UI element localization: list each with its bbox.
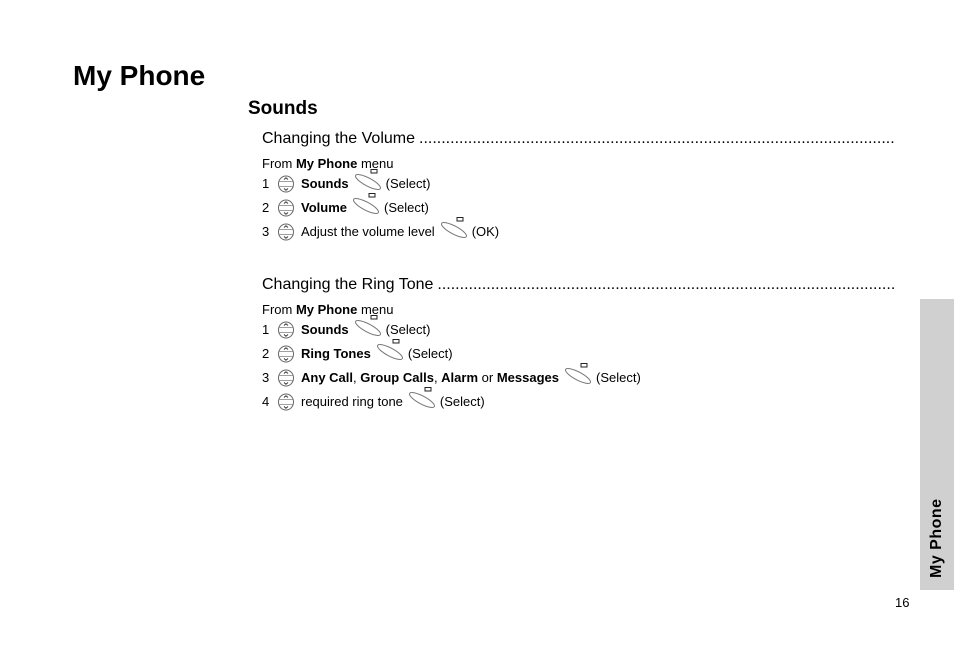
step-action: (Select) xyxy=(439,394,485,409)
step-action: (Select) xyxy=(595,370,641,385)
softkey-icon xyxy=(375,339,405,361)
step-number: 3 xyxy=(262,370,270,385)
step-number: 3 xyxy=(262,224,270,239)
procedure-changing-ring-tone: Changing the Ring Tone From My Phone men… xyxy=(262,275,894,414)
menu-option: Sounds xyxy=(301,322,349,337)
softkey-icon xyxy=(353,315,383,337)
step-action: (Select) xyxy=(384,200,429,215)
menu-option: Group Calls xyxy=(360,370,434,385)
steps-list: 1 Sounds (Select) 2 Volume (Select) 3 Adjust th… xyxy=(262,169,894,244)
scroll-key-icon xyxy=(277,345,295,363)
step-text: required ring tone xyxy=(301,394,403,410)
menu-option: Messages xyxy=(496,370,559,385)
menu-option: Volume xyxy=(301,200,347,215)
scroll-key-icon xyxy=(277,223,295,241)
from-prefix: From xyxy=(262,302,296,317)
scroll-key-icon xyxy=(277,393,295,411)
step-text-part: or xyxy=(478,370,497,385)
softkey-icon xyxy=(407,387,437,409)
procedure-title: Changing the Volume xyxy=(262,130,415,147)
step-action: (Select) xyxy=(385,322,431,337)
menu-name: My Phone xyxy=(295,302,358,317)
side-tab-label: My Phone xyxy=(928,498,945,578)
scroll-key-icon xyxy=(277,369,295,387)
step-item: 3 Any Call, Group Calls, Alarm or Message… xyxy=(262,363,894,390)
section-title: Sounds xyxy=(248,98,318,119)
step-text: Sounds xyxy=(301,176,349,192)
step-number: 1 xyxy=(262,176,270,191)
softkey-icon xyxy=(439,217,469,239)
step-text: Adjust the volume level xyxy=(301,224,435,240)
procedure-heading: Changing the Volume xyxy=(262,129,894,149)
menu-option: Any Call xyxy=(301,370,354,385)
steps-list: 1 Sounds (Select) 2 Ring Tones (Select) 3 Any C… xyxy=(262,315,894,414)
procedure-title: Changing the Ring Tone xyxy=(262,276,434,293)
menu-name: My Phone xyxy=(295,156,358,171)
procedure-changing-volume: Changing the Volume From My Phone menu 1… xyxy=(262,129,894,244)
menu-option: Ring Tones xyxy=(301,346,371,361)
softkey-icon xyxy=(353,169,383,191)
dot-leader xyxy=(419,129,894,149)
step-number: 1 xyxy=(262,322,270,337)
scroll-key-icon xyxy=(277,321,295,339)
step-text-part: Adjust the volume level xyxy=(301,224,435,239)
procedure-heading: Changing the Ring Tone xyxy=(262,275,894,295)
step-action: (OK) xyxy=(471,224,500,239)
step-text-part: required ring tone xyxy=(301,394,403,409)
step-number: 2 xyxy=(262,200,270,215)
chapter-title: My Phone xyxy=(73,60,206,91)
step-item: 3 Adjust the volume level (OK) xyxy=(262,217,894,244)
from-prefix: From xyxy=(262,156,296,171)
step-number: 4 xyxy=(262,394,270,409)
menu-option: Alarm xyxy=(441,370,479,385)
scroll-key-icon xyxy=(277,175,295,193)
step-number: 2 xyxy=(262,346,270,361)
step-text: Sounds xyxy=(301,322,349,338)
softkey-icon xyxy=(351,193,381,215)
dot-leader xyxy=(437,275,894,295)
step-text: Any Call, Group Calls, Alarm or Messages xyxy=(301,370,559,386)
scroll-key-icon xyxy=(277,199,295,217)
step-item: 2 Volume (Select) xyxy=(262,193,894,220)
step-item: 4 required ring tone (Select) xyxy=(262,387,894,414)
step-text: Ring Tones xyxy=(301,346,371,362)
side-tab: My Phone xyxy=(920,299,954,590)
step-item: 1 Sounds (Select) xyxy=(262,315,894,342)
step-action: (Select) xyxy=(385,176,431,191)
menu-option: Sounds xyxy=(301,176,349,191)
step-action: (Select) xyxy=(407,346,453,361)
page-number: 16 xyxy=(895,595,910,610)
step-text: Volume xyxy=(301,200,347,216)
softkey-icon xyxy=(563,363,593,385)
